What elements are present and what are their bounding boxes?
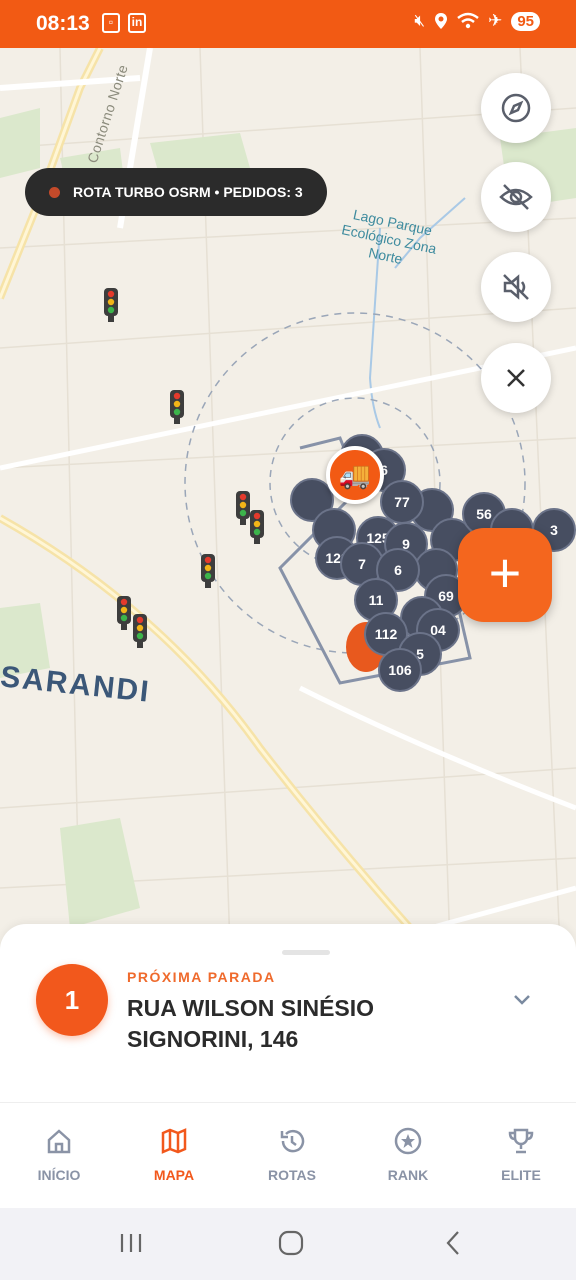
system-nav-bar	[0, 1208, 576, 1280]
airplane-icon: ✈	[488, 11, 503, 30]
map-view[interactable]: Contorno Norte Lago Parque Ecológico Zon…	[0, 48, 576, 948]
recent-apps-icon[interactable]	[118, 1228, 144, 1258]
nav-item-elite[interactable]: ELITE	[471, 1103, 571, 1209]
delivery-cluster[interactable]: 106	[378, 648, 422, 692]
status-right-icons: 🔇︎ ✈ 95	[414, 11, 540, 31]
compass-button[interactable]	[481, 73, 551, 143]
nav-label: ROTAS	[268, 1167, 316, 1183]
star-badge-icon	[394, 1127, 422, 1155]
back-icon[interactable]	[442, 1228, 464, 1258]
mute-icon: 🔇︎	[414, 11, 426, 30]
route-status-text: ROTA TURBO OSRM • PEDIDOS: 3	[73, 184, 303, 200]
sheet-handle[interactable]	[282, 950, 330, 955]
home-icon	[47, 1129, 71, 1154]
status-time: 08:13	[36, 12, 90, 35]
nav-item-mapa[interactable]: MAPA	[124, 1103, 224, 1209]
chevron-down-icon[interactable]	[510, 988, 534, 1012]
close-icon	[507, 369, 525, 387]
stop-number-badge: 1	[36, 964, 108, 1036]
nav-item-inicio[interactable]: INÍCIO	[9, 1103, 109, 1209]
nav-label: ELITE	[501, 1167, 541, 1183]
compass-icon	[501, 93, 531, 123]
home-button-icon[interactable]	[277, 1228, 305, 1258]
traffic-light-icon	[201, 554, 215, 588]
nav-item-rank[interactable]: RANK	[358, 1103, 458, 1209]
nav-label: RANK	[387, 1167, 429, 1183]
traffic-light-icon	[104, 288, 118, 322]
next-stop-address: RUA WILSON SINÉSIO SIGNORINI, 146	[127, 995, 375, 1052]
nav-label: INÍCIO	[37, 1167, 81, 1183]
status-bar: 08:13 ▫ in 🔇︎ ✈ 95	[0, 0, 576, 48]
location-icon	[435, 13, 448, 29]
traffic-light-icon	[133, 614, 147, 648]
nav-item-rotas[interactable]: ROTAS	[242, 1103, 342, 1209]
linkedin-icon: in	[128, 13, 146, 33]
truck-icon[interactable]: 🚚	[326, 446, 384, 504]
wifi-icon	[457, 12, 479, 29]
next-stop-label: PRÓXIMA PARADA	[127, 969, 276, 985]
map-icon	[161, 1128, 187, 1154]
status-dot	[49, 187, 60, 198]
screenshot-icon: ▫	[102, 13, 120, 33]
trophy-icon	[508, 1128, 534, 1154]
close-button[interactable]	[481, 343, 551, 413]
visibility-toggle-button[interactable]	[481, 162, 551, 232]
bottom-nav: INÍCIO MAPA ROTAS RANK ELITE	[0, 1102, 576, 1208]
traffic-light-icon	[170, 390, 184, 424]
route-status-pill: ROTA TURBO OSRM • PEDIDOS: 3	[25, 168, 327, 216]
add-stop-button[interactable]: +	[458, 528, 552, 622]
battery-indicator: 95	[511, 11, 540, 31]
traffic-light-icon	[250, 510, 264, 544]
sound-toggle-button[interactable]	[481, 252, 551, 322]
eye-off-icon	[499, 184, 533, 210]
history-icon	[280, 1129, 305, 1153]
volume-off-icon	[503, 274, 529, 300]
status-left-icons: ▫ in	[102, 13, 146, 33]
nav-label: MAPA	[153, 1167, 195, 1183]
